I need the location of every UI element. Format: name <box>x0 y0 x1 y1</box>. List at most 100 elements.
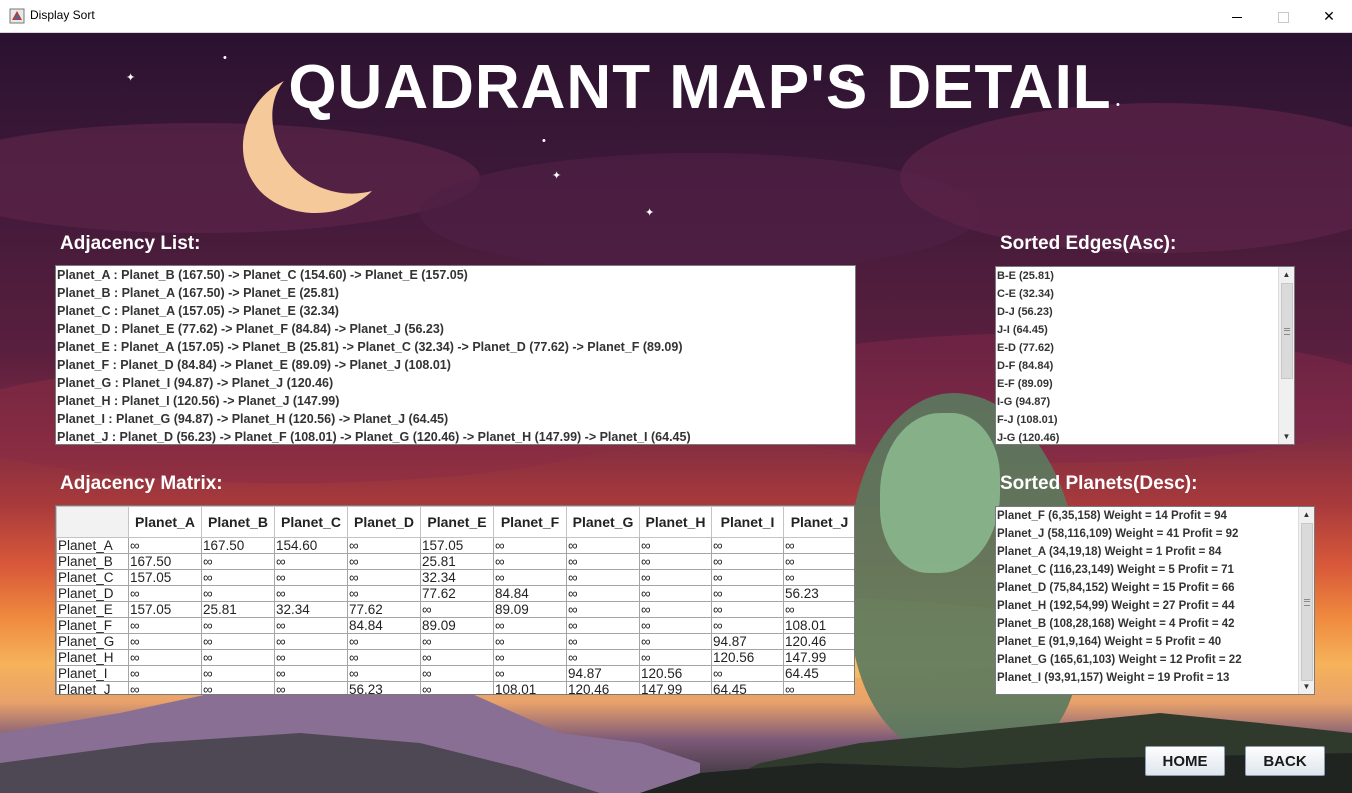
table-cell[interactable]: 157.05 <box>128 601 202 618</box>
table-cell[interactable]: ∞ <box>128 649 202 666</box>
table-cell[interactable]: ∞ <box>201 665 275 682</box>
table-cell[interactable]: 120.56 <box>711 649 784 666</box>
table-cell[interactable]: ∞ <box>493 537 567 554</box>
sorted-edges-list[interactable]: B-E (25.81) C-E (32.34) D-J (56.23) J-I … <box>995 266 1295 445</box>
table-cell[interactable]: ∞ <box>347 665 421 682</box>
table-cell[interactable]: ∞ <box>347 553 421 570</box>
table-cell[interactable]: ∞ <box>274 649 348 666</box>
close-button[interactable]: ✕ <box>1306 0 1352 32</box>
table-cell[interactable]: ∞ <box>201 681 275 694</box>
table-cell[interactable]: 64.45 <box>711 681 784 694</box>
table-row[interactable]: Planet_G ∞ ∞ ∞ ∞ ∞ ∞ ∞ ∞ 94.87 120.46 <box>56 633 854 650</box>
table-cell[interactable]: ∞ <box>493 553 567 570</box>
table-cell[interactable]: ∞ <box>711 569 784 586</box>
column-header[interactable]: Planet_D <box>347 506 421 538</box>
table-cell[interactable]: 154.60 <box>274 537 348 554</box>
home-button[interactable]: HOME <box>1145 746 1225 776</box>
table-row[interactable]: Planet_I ∞ ∞ ∞ ∞ ∞ ∞ 94.87 120.56 ∞ 64.45 <box>56 665 854 682</box>
table-cell[interactable]: ∞ <box>711 665 784 682</box>
table-cell[interactable]: 120.56 <box>639 665 712 682</box>
table-cell[interactable]: ∞ <box>711 553 784 570</box>
table-cell[interactable]: ∞ <box>566 633 640 650</box>
table-row[interactable]: Planet_D ∞ ∞ ∞ ∞ 77.62 84.84 ∞ ∞ ∞ 56.23 <box>56 585 854 602</box>
table-cell[interactable]: ∞ <box>566 601 640 618</box>
table-cell[interactable]: ∞ <box>128 633 202 650</box>
table-cell[interactable]: ∞ <box>201 617 275 634</box>
table-cell[interactable]: ∞ <box>128 681 202 694</box>
table-cell[interactable]: ∞ <box>274 553 348 570</box>
table-cell[interactable]: 25.81 <box>420 553 494 570</box>
table-cell[interactable]: 56.23 <box>783 585 854 602</box>
table-cell[interactable]: ∞ <box>201 585 275 602</box>
table-cell[interactable]: ∞ <box>274 617 348 634</box>
adjacency-matrix-table[interactable]: Planet_A Planet_B Planet_C Planet_D Planet_E… <box>55 505 855 695</box>
table-cell[interactable]: ∞ <box>274 665 348 682</box>
column-header[interactable]: Planet_G <box>566 506 640 538</box>
table-cell[interactable]: ∞ <box>347 649 421 666</box>
table-cell[interactable]: ∞ <box>347 633 421 650</box>
row-header-cell[interactable]: Planet_I <box>56 665 129 682</box>
table-cell[interactable]: ∞ <box>639 601 712 618</box>
table-cell[interactable]: 32.34 <box>420 569 494 586</box>
table-cell[interactable]: 84.84 <box>493 585 567 602</box>
column-header[interactable]: Planet_J <box>783 506 854 538</box>
row-header-cell[interactable]: Planet_E <box>56 601 129 618</box>
table-cell[interactable]: ∞ <box>347 585 421 602</box>
table-cell[interactable]: ∞ <box>639 617 712 634</box>
table-cell[interactable]: ∞ <box>493 649 567 666</box>
column-header[interactable]: Planet_H <box>639 506 712 538</box>
scroll-thumb[interactable] <box>1301 523 1313 681</box>
scroll-down-icon[interactable]: ▼ <box>1299 679 1314 694</box>
table-cell[interactable]: ∞ <box>201 553 275 570</box>
table-cell[interactable]: ∞ <box>347 537 421 554</box>
table-cell[interactable]: ∞ <box>128 585 202 602</box>
table-cell[interactable]: ∞ <box>420 633 494 650</box>
row-header-cell[interactable]: Planet_C <box>56 569 129 586</box>
table-cell[interactable]: ∞ <box>420 601 494 618</box>
column-header[interactable]: Planet_F <box>493 506 567 538</box>
scroll-down-icon[interactable]: ▼ <box>1279 429 1294 444</box>
scroll-thumb[interactable] <box>1281 283 1293 379</box>
table-cell[interactable]: ∞ <box>201 569 275 586</box>
table-cell[interactable]: 157.05 <box>420 537 494 554</box>
back-button[interactable]: BACK <box>1245 746 1325 776</box>
table-cell[interactable]: ∞ <box>201 649 275 666</box>
table-cell[interactable]: ∞ <box>783 537 854 554</box>
table-cell[interactable]: 108.01 <box>493 681 567 694</box>
table-cell[interactable]: ∞ <box>128 665 202 682</box>
table-cell[interactable]: 94.87 <box>711 633 784 650</box>
column-header[interactable]: Planet_B <box>201 506 275 538</box>
table-cell[interactable]: ∞ <box>783 553 854 570</box>
maximize-button[interactable] <box>1260 0 1306 32</box>
table-cell[interactable]: ∞ <box>347 569 421 586</box>
table-row[interactable]: Planet_B 167.50 ∞ ∞ ∞ 25.81 ∞ ∞ ∞ ∞ ∞ <box>56 553 854 570</box>
table-corner-cell[interactable] <box>56 506 129 538</box>
table-cell[interactable]: 56.23 <box>347 681 421 694</box>
table-cell[interactable]: 89.09 <box>420 617 494 634</box>
table-cell[interactable]: 167.50 <box>128 553 202 570</box>
column-header[interactable]: Planet_A <box>128 506 202 538</box>
table-row[interactable]: Planet_J ∞ ∞ ∞ 56.23 ∞ 108.01 120.46 147.99 64.45… <box>56 681 854 694</box>
table-cell[interactable]: 77.62 <box>420 585 494 602</box>
table-cell[interactable]: 108.01 <box>783 617 854 634</box>
row-header-cell[interactable]: Planet_H <box>56 649 129 666</box>
row-header-cell[interactable]: Planet_J <box>56 681 129 694</box>
table-cell[interactable]: 120.46 <box>566 681 640 694</box>
table-cell[interactable]: ∞ <box>420 649 494 666</box>
table-cell[interactable]: 89.09 <box>493 601 567 618</box>
table-cell[interactable]: ∞ <box>420 681 494 694</box>
table-cell[interactable]: ∞ <box>639 537 712 554</box>
row-header-cell[interactable]: Planet_D <box>56 585 129 602</box>
vertical-scrollbar[interactable]: ▲ ▼ <box>1278 267 1294 444</box>
table-cell[interactable]: ∞ <box>128 617 202 634</box>
table-cell[interactable]: ∞ <box>566 537 640 554</box>
table-cell[interactable]: ∞ <box>274 569 348 586</box>
table-row[interactable]: Planet_C 157.05 ∞ ∞ ∞ 32.34 ∞ ∞ ∞ ∞ ∞ <box>56 569 854 586</box>
table-cell[interactable]: ∞ <box>566 569 640 586</box>
table-cell[interactable]: ∞ <box>566 553 640 570</box>
table-cell[interactable]: ∞ <box>639 585 712 602</box>
table-cell[interactable]: ∞ <box>639 649 712 666</box>
column-header[interactable]: Planet_I <box>711 506 784 538</box>
table-cell[interactable]: ∞ <box>566 585 640 602</box>
table-cell[interactable]: ∞ <box>639 569 712 586</box>
